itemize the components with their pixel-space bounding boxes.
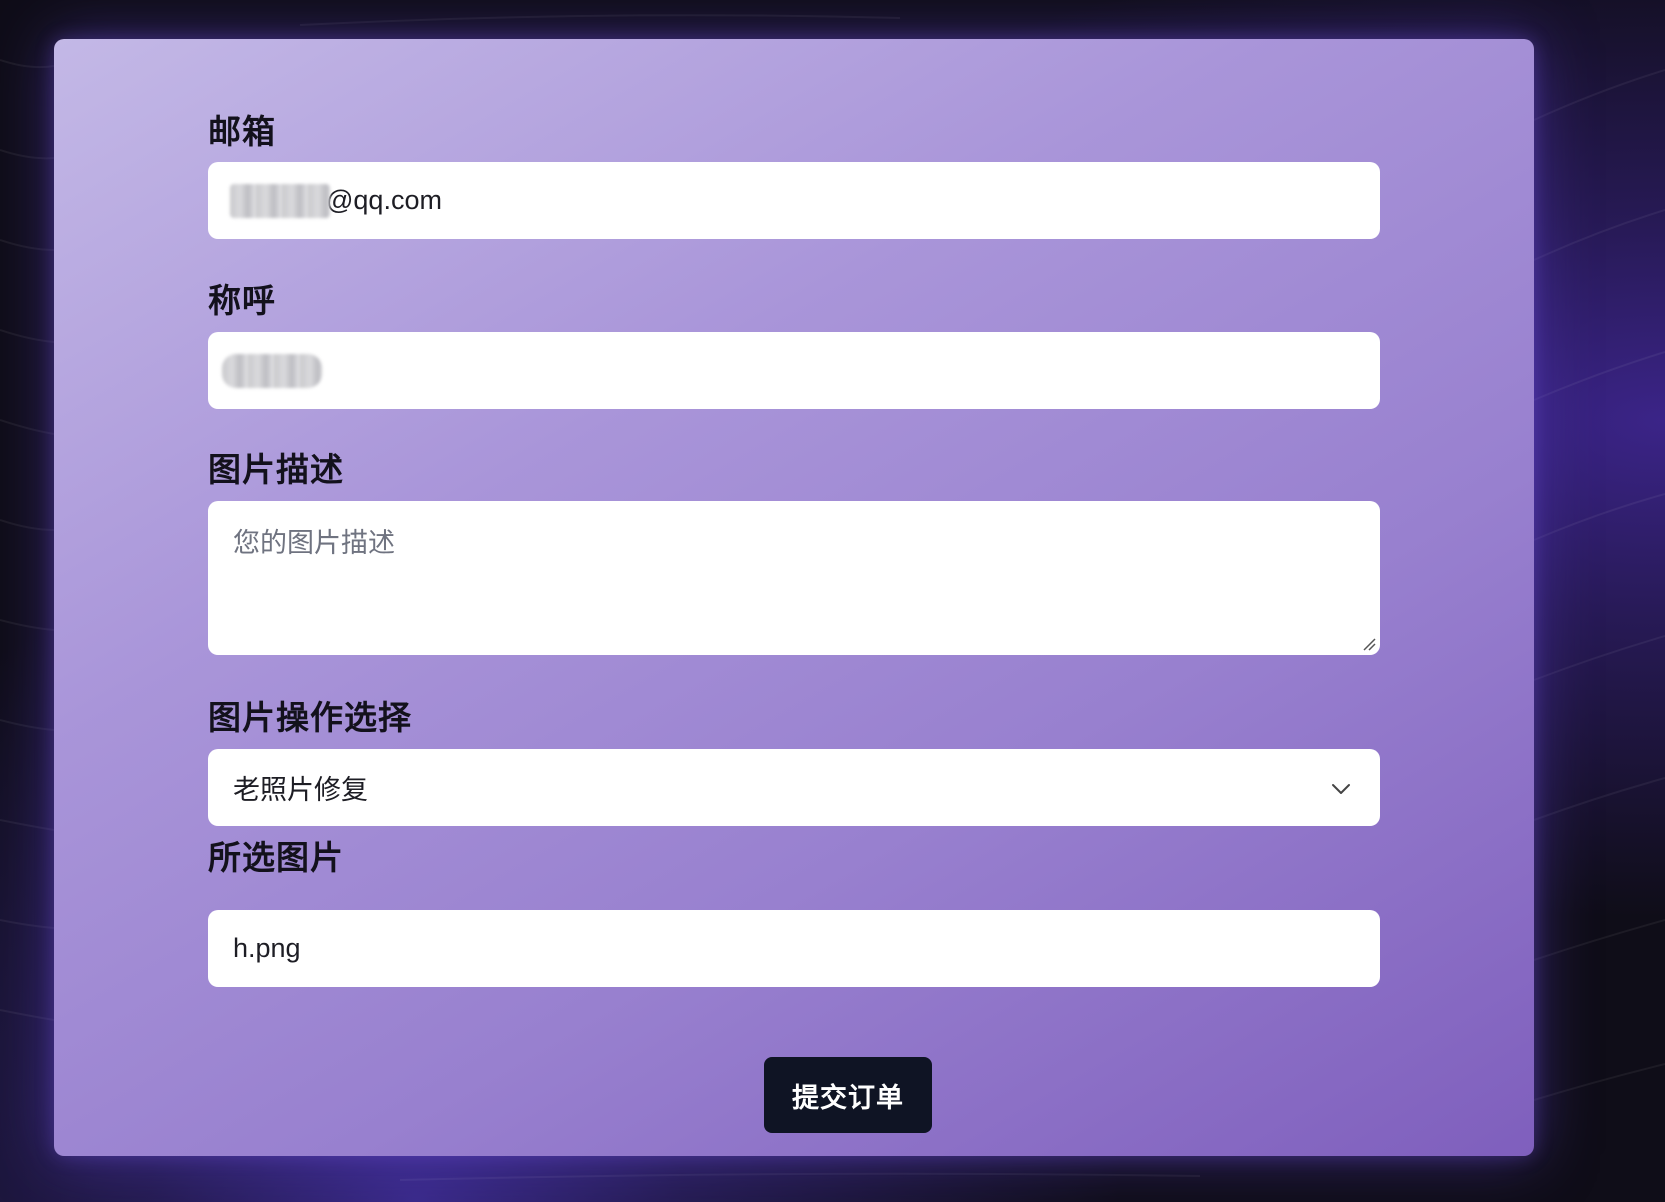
- resize-grip-icon[interactable]: [1362, 637, 1376, 651]
- description-label: 图片描述: [208, 450, 344, 489]
- email-label: 邮箱: [208, 112, 276, 151]
- description-placeholder: 您的图片描述: [233, 528, 395, 559]
- operation-selected-value: 老照片修复: [233, 775, 368, 806]
- selected-image-label: 所选图片: [208, 838, 344, 877]
- redacted-blur: [230, 184, 330, 218]
- email-input[interactable]: @qq.com: [208, 162, 1380, 239]
- redacted-blur: [222, 354, 322, 388]
- order-form-card: 邮箱 @qq.com 称呼 图片描述 您的图片描述 图片操作选择 老照片修复 所…: [54, 39, 1534, 1156]
- email-value: @qq.com: [326, 185, 442, 215]
- nickname-label: 称呼: [208, 281, 276, 320]
- operation-select[interactable]: 老照片修复: [208, 749, 1380, 826]
- nickname-input[interactable]: [208, 332, 1380, 409]
- submit-order-button[interactable]: 提交订单: [764, 1057, 932, 1133]
- selected-image-filename: h.png: [233, 933, 301, 963]
- description-textarea[interactable]: 您的图片描述: [208, 501, 1380, 655]
- chevron-down-icon: [1332, 784, 1350, 794]
- selected-image-field[interactable]: h.png: [208, 910, 1380, 987]
- operation-label: 图片操作选择: [208, 698, 412, 737]
